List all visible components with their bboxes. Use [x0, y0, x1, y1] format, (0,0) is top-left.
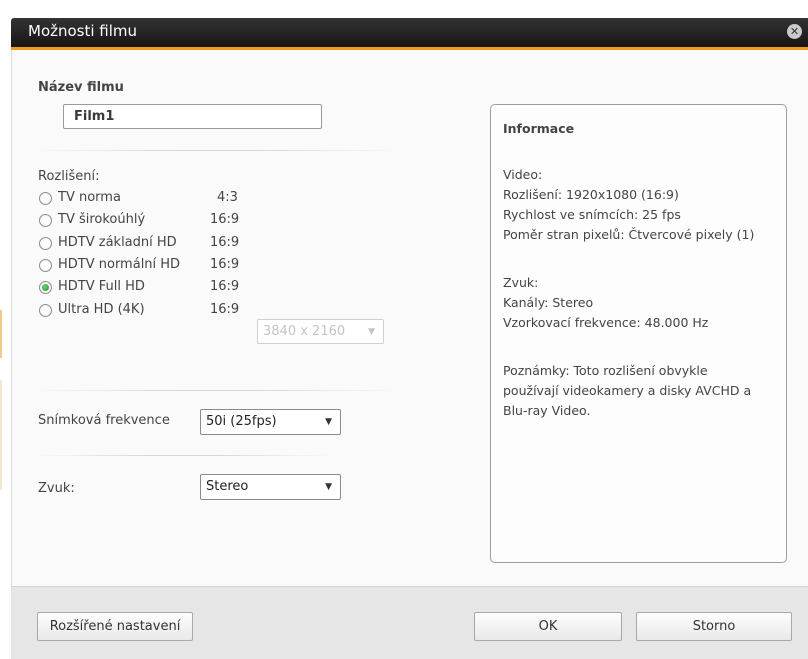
- edge-accent: [0, 380, 2, 490]
- advanced-settings-button[interactable]: Rozšířené nastavení: [37, 612, 193, 641]
- info-line: Blu-ray Video.: [503, 403, 591, 418]
- frame-rate-select[interactable]: 50i (25fps) ▼: [200, 409, 341, 435]
- resolution-option-label[interactable]: TV širokoúhlý: [58, 212, 145, 227]
- info-line: Video:: [503, 167, 543, 182]
- divider: [32, 455, 332, 456]
- frame-rate-label: Snímková frekvence: [38, 413, 170, 428]
- info-audio-block: Zvuk: Kanály: Stereo Vzorkovací frekvenc…: [503, 273, 708, 333]
- resolution-radio[interactable]: [39, 258, 52, 272]
- resolution-radio[interactable]: [39, 281, 52, 295]
- uhd-resolution-value: 3840 x 2160: [263, 324, 346, 339]
- audio-label: Zvuk:: [38, 481, 75, 496]
- audio-value: Stereo: [206, 479, 249, 494]
- film-name-label: Název filmu: [38, 80, 124, 95]
- chevron-down-icon: ▼: [325, 482, 332, 492]
- info-notes-block: Poznámky: Toto rozlišení obvykle používa…: [503, 361, 751, 421]
- info-line: Vzorkovací frekvence: 48.000 Hz: [503, 315, 709, 330]
- info-line: Zvuk:: [503, 275, 539, 290]
- divider: [32, 390, 402, 391]
- frame-rate-value: 50i (25fps): [206, 414, 277, 429]
- info-line: Rozlišení: 1920x1080 (16:9): [503, 187, 679, 202]
- dialog-footer: Rozšířené nastavení OK Storno: [11, 586, 808, 659]
- edge-accent: [0, 310, 2, 358]
- divider: [32, 150, 402, 151]
- info-line: Kanály: Stereo: [503, 295, 594, 310]
- audio-select[interactable]: Stereo ▼: [200, 474, 341, 500]
- resolution-option-label[interactable]: Ultra HD (4K): [58, 302, 145, 317]
- resolution-option-ratio: 16:9: [210, 279, 240, 295]
- film-name-input[interactable]: Film1: [63, 104, 322, 129]
- info-heading: Informace: [503, 121, 575, 136]
- resolution-option-label[interactable]: HDTV normální HD: [58, 257, 180, 272]
- resolution-option-ratio: 16:9: [210, 234, 240, 250]
- info-line: používají videokamery a disky AVCHD a: [503, 383, 752, 398]
- info-panel: Informace Video: Rozlišení: 1920x1080 (1…: [490, 104, 787, 563]
- resolution-option-label[interactable]: HDTV základní HD: [58, 235, 177, 250]
- resolution-option-ratio: 16:9: [210, 212, 240, 228]
- title-bar: Možnosti filmu ✕: [11, 18, 808, 47]
- window-title: Možnosti filmu: [28, 22, 138, 40]
- chevron-down-icon: ▼: [368, 327, 375, 337]
- info-line: Poznámky: Toto rozlišení obvykle: [503, 363, 708, 378]
- resolution-option-label[interactable]: TV norma: [58, 190, 121, 205]
- resolution-option-ratio: 4:3: [217, 190, 238, 205]
- uhd-resolution-select: 3840 x 2160 ▼: [257, 319, 384, 344]
- info-video-block: Video: Rozlišení: 1920x1080 (16:9) Rychl…: [503, 165, 754, 245]
- resolution-option-ratio: 16:9: [210, 301, 240, 317]
- resolution-radio[interactable]: [39, 303, 52, 317]
- ok-button[interactable]: OK: [474, 612, 622, 641]
- resolution-option-label[interactable]: HDTV Full HD: [58, 279, 145, 294]
- chevron-down-icon: ▼: [325, 417, 332, 427]
- cancel-button[interactable]: Storno: [636, 612, 792, 641]
- resolution-radio[interactable]: [39, 236, 52, 250]
- resolution-label: Rozlišení:: [38, 169, 100, 184]
- resolution-radio[interactable]: [39, 214, 52, 228]
- resolution-radio[interactable]: [39, 192, 52, 205]
- resolution-option-ratio: 16:9: [210, 256, 240, 272]
- info-line: Poměr stran pixelů: Čtvercové pixely (1): [503, 227, 755, 242]
- info-line: Rychlost ve snímcích: 25 fps: [503, 207, 681, 222]
- close-icon[interactable]: ✕: [787, 24, 802, 39]
